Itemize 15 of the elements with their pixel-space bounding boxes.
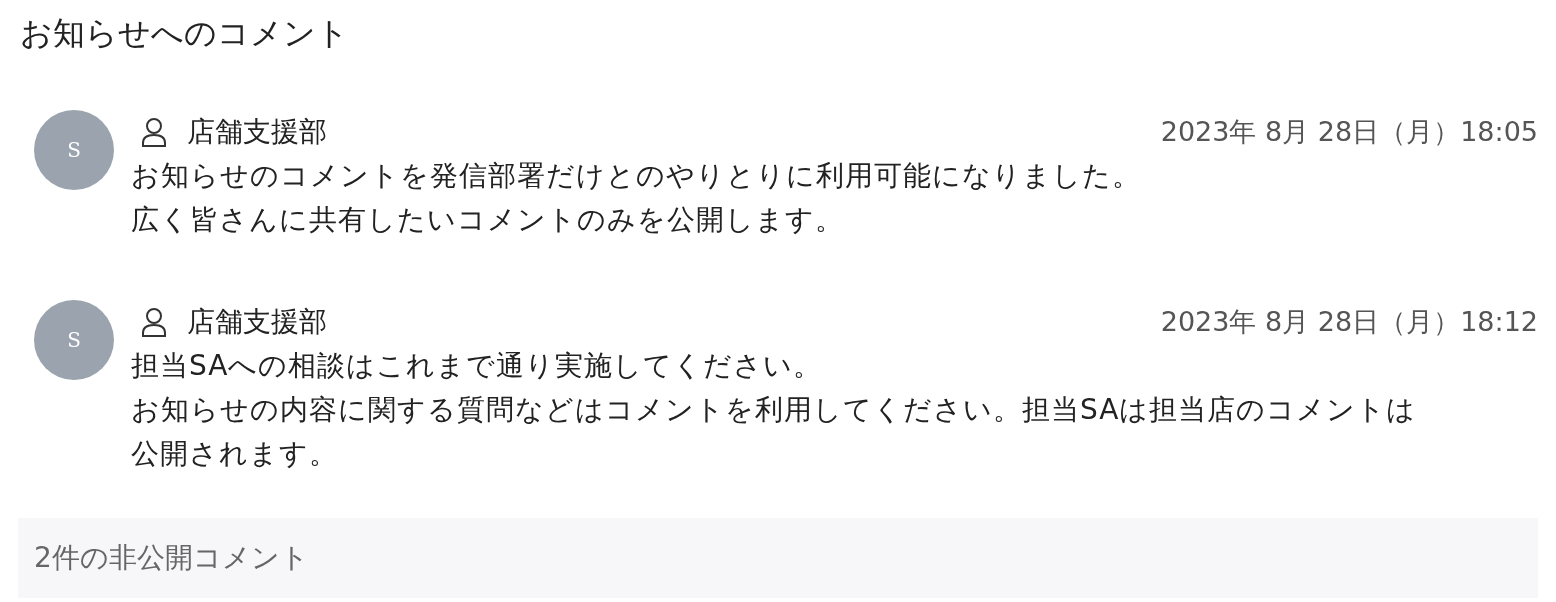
comment-text: 広く皆さんに共有したいコメントのみを公開します。	[131, 202, 845, 238]
comment-date: 2023年 8月 28日（月）18:12	[1160, 305, 1538, 339]
author-name: 店舗支援部	[187, 114, 327, 150]
avatar: S	[34, 110, 114, 190]
avatar: S	[34, 300, 114, 380]
hidden-comments-label: 2件の非公開コメント	[34, 540, 309, 576]
comment-text: 担当SAへの相談はこれまで通り実施してください。	[131, 348, 824, 384]
comment-text: お知らせのコメントを発信部署だけとのやりとりに利用可能になりました。	[131, 158, 1142, 194]
hidden-comments-bar[interactable]: 2件の非公開コメント	[18, 518, 1538, 598]
comment-text: お知らせの内容に関する質問などはコメントを利用してください。担当SAは担当店のコメントは公開されます。	[131, 392, 1418, 472]
person-icon	[141, 117, 167, 147]
author-name: 店舗支援部	[187, 304, 327, 340]
comment-date: 2023年 8月 28日（月）18:05	[1160, 115, 1538, 149]
section-title: お知らせへのコメント	[19, 13, 350, 54]
person-icon	[141, 307, 167, 337]
